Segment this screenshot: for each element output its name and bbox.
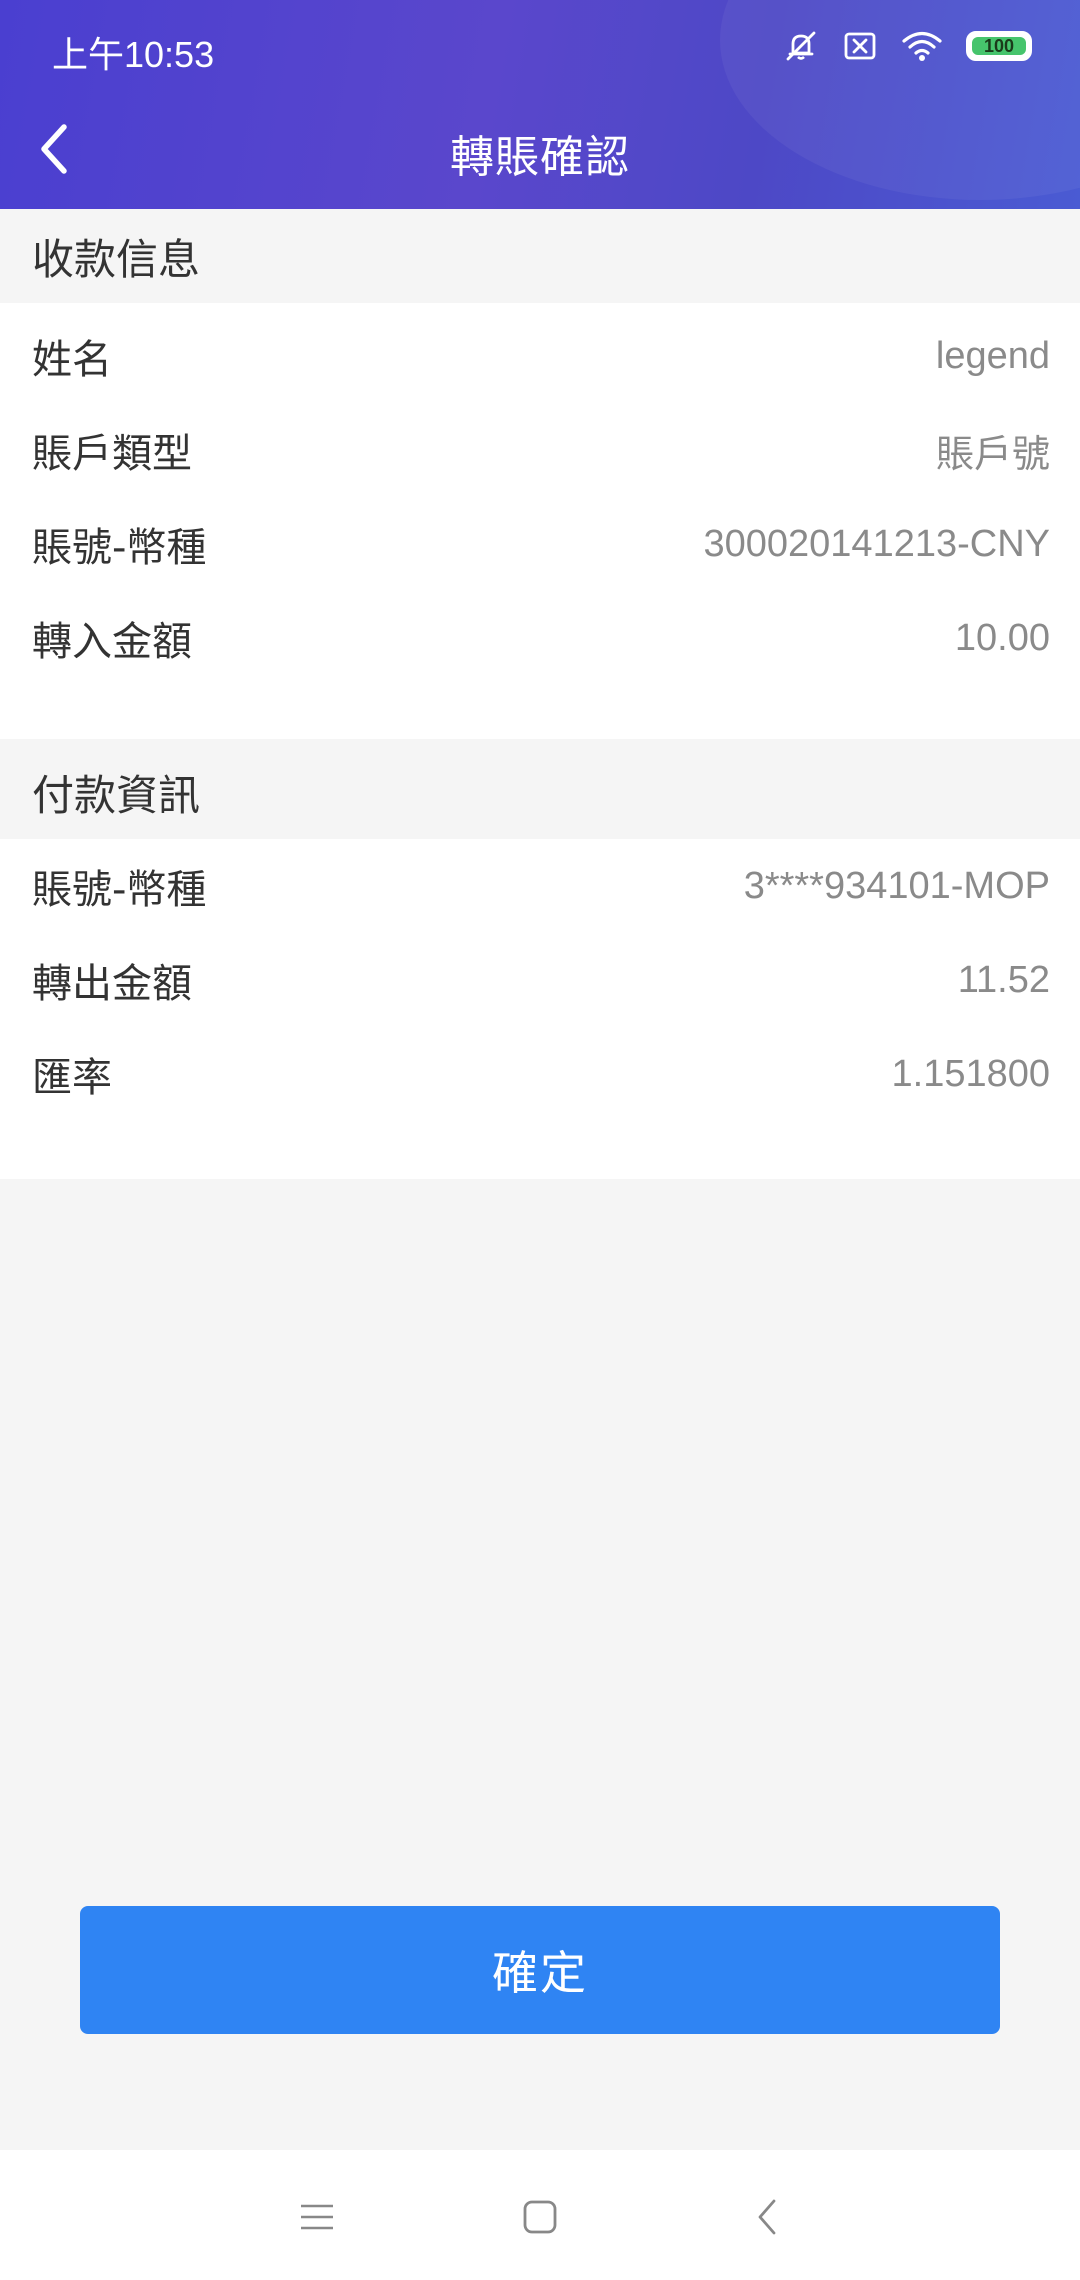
payee-panel: 姓名 legend 賬戶類型 賬戶號 賬號-幣種 300020141213-CN… [0, 303, 1080, 739]
payee-section-heading: 收款信息 [0, 209, 1080, 303]
header: 上午10:53 100 轉賬確認 [0, 0, 1080, 209]
home-icon [523, 2200, 557, 2234]
status-bar: 上午10:53 100 [0, 0, 1080, 95]
row-value: 3****934101-MOP [743, 864, 1050, 907]
system-nav-bar [0, 2150, 1080, 2280]
battery-level: 100 [983, 35, 1015, 56]
payee-row-account-currency: 賬號-幣種 300020141213-CNY [0, 497, 1080, 591]
transfer-confirm-screen: 上午10:53 100 轉賬確認 收款信息 姓名 legend 賬戶類型 賬戶號… [0, 0, 1080, 2280]
payer-panel: 賬號-幣種 3****934101-MOP 轉出金額 11.52 匯率 1.15… [0, 839, 1080, 1179]
status-time: 上午10:53 [52, 34, 215, 75]
row-label: 轉出金額 [32, 961, 192, 1007]
payee-row-name: 姓名 legend [0, 309, 1080, 403]
row-value: 1.151800 [891, 1052, 1051, 1095]
battery-icon: 100 [966, 31, 1032, 61]
payer-section-heading: 付款資訊 [0, 745, 1080, 839]
status-icons: 100 [782, 24, 1032, 68]
sim-off-icon [842, 28, 878, 64]
mute-icon [782, 27, 820, 65]
row-value: legend [935, 334, 1050, 377]
menu-icon [301, 2204, 333, 2230]
payer-row-exchange-rate: 匯率 1.151800 [0, 1027, 1080, 1121]
payer-row-amount-out: 轉出金額 11.52 [0, 933, 1080, 1027]
back-icon [758, 2199, 776, 2235]
row-label: 匯率 [32, 1055, 112, 1101]
payer-section-title: 付款資訊 [32, 770, 201, 820]
nav-back-button[interactable] [732, 2182, 802, 2252]
row-value: 10.00 [954, 616, 1050, 659]
home-button[interactable] [505, 2182, 575, 2252]
payer-row-account-currency: 賬號-幣種 3****934101-MOP [0, 839, 1080, 933]
payee-section-title: 收款信息 [32, 234, 201, 284]
row-label: 賬號-幣種 [32, 525, 207, 571]
wifi-icon [900, 28, 944, 64]
row-label: 賬號-幣種 [32, 867, 207, 913]
page-title: 轉賬確認 [450, 132, 630, 183]
confirm-button[interactable]: 確定 [80, 1906, 1000, 2034]
title-bar: 轉賬確認 [0, 95, 1080, 209]
row-label: 轉入金額 [32, 619, 192, 665]
payee-row-amount-in: 轉入金額 10.00 [0, 591, 1080, 685]
row-value: 賬戶號 [935, 431, 1050, 476]
row-label: 賬戶類型 [32, 431, 192, 477]
row-label: 姓名 [32, 337, 112, 383]
row-value: 300020141213-CNY [703, 522, 1051, 565]
menu-button[interactable] [282, 2182, 352, 2252]
payee-row-account-type: 賬戶類型 賬戶號 [0, 403, 1080, 497]
row-value: 11.52 [957, 958, 1050, 1001]
